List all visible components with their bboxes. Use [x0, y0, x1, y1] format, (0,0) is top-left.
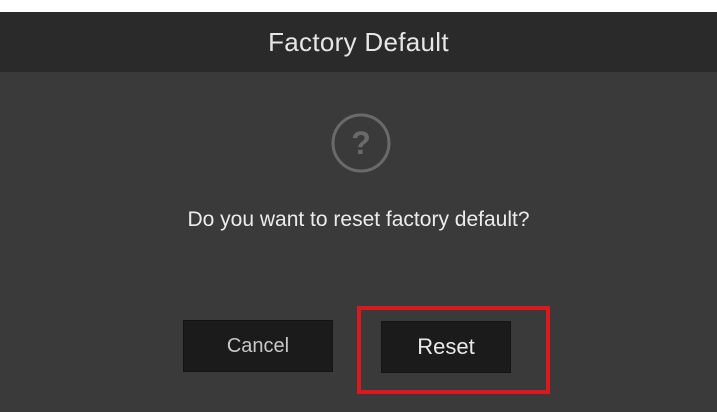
svg-text:?: ?: [351, 125, 371, 161]
factory-default-dialog: Factory Default ? Do you want to reset f…: [0, 12, 717, 412]
confirm-message: Do you want to reset factory default?: [187, 208, 530, 231]
question-icon: ?: [331, 113, 391, 173]
dialog-title-bar: Factory Default: [0, 12, 717, 72]
cancel-button[interactable]: Cancel: [183, 320, 333, 372]
dialog-title: Factory Default: [268, 26, 449, 57]
reset-button[interactable]: Reset: [381, 321, 511, 373]
